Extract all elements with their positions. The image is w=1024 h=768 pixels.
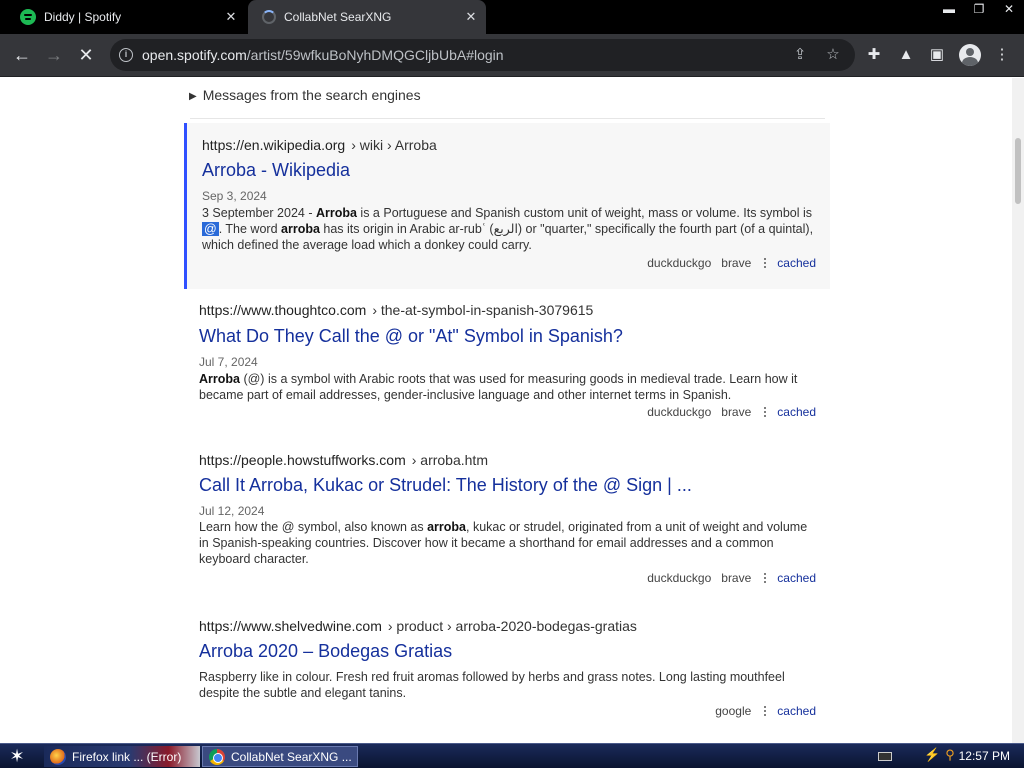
window-controls: ▬ ❐ ✕ [934,0,1024,20]
start-star-icon[interactable]: ✶ [4,746,30,766]
result-engines: duckduckgo brave cached [637,405,816,419]
result-date: Jul 7, 2024 [199,355,258,369]
result-engines: duckduckgo brave cached [637,571,816,585]
result-title-link[interactable]: Call It Arroba, Kukac or Strudel: The Hi… [199,475,692,496]
loading-icon [262,10,276,24]
search-tray-icon[interactable]: ⚲ [942,747,958,763]
firefox-icon [50,748,66,765]
page-content: ▶ Messages from the search engines https:… [0,78,1012,743]
cached-link[interactable]: cached [777,704,816,718]
result-snippet: Raspberry like in colour. Fresh red frui… [199,670,785,700]
spotify-icon [20,9,36,25]
result-item: https://people.howstuffworks.com › arroba… [184,442,830,592]
close-tab-icon[interactable]: ✕ [224,10,238,24]
result-date: Jul 12, 2024 [199,504,265,518]
keyboard-icon[interactable] [878,752,892,761]
vertical-dots-icon [763,257,767,269]
result-url[interactable]: https://en.wikipedia.org › wiki › Arroba [202,137,437,153]
site-info-icon[interactable]: i [119,48,133,62]
clock[interactable]: 12:57 PM [959,749,1010,763]
result-engines: duckduckgo brave cached [637,256,816,270]
close-window-icon[interactable]: ✕ [994,0,1024,18]
engine-label: duckduckgo [647,571,712,585]
network-icon[interactable]: ⚡ [924,747,940,763]
address-bar[interactable]: i open.spotify.com/artist/59wfkuBoNyhDMQ… [110,39,855,71]
url-text[interactable]: open.spotify.com/artist/59wfkuBoNyhDMQGC… [142,47,504,63]
page-scrollbar[interactable] [1012,78,1024,743]
back-icon[interactable]: ← [10,43,34,67]
tab-title: CollabNet SearXNG [284,10,392,24]
vertical-dots-icon [763,705,767,717]
os-taskbar: ✶ Firefox link ... (Error) CollabNet Sea… [0,743,1024,768]
result-item: https://en.wikipedia.org › wiki › Arroba … [184,123,830,289]
result-url[interactable]: https://www.shelvedwine.com › product › a… [199,618,637,634]
bookmark-star-icon[interactable]: ☆ [823,45,843,65]
taskbar-item-firefox[interactable]: Firefox link ... (Error) [44,746,200,767]
task-label: CollabNet SearXNG ... [231,749,352,764]
engines-messages-toggle[interactable]: ▶ Messages from the search engines [189,87,421,103]
forward-icon[interactable]: → [42,43,66,67]
engine-label: brave [721,405,752,419]
minimize-icon[interactable]: ▬ [934,0,964,18]
engine-label: brave [721,571,752,585]
cached-link[interactable]: cached [777,256,816,270]
share-icon[interactable]: ⇪ [790,45,810,65]
cached-link[interactable]: cached [777,571,816,585]
result-url[interactable]: https://www.thoughtco.com › the-at-symbol… [199,302,593,318]
result-engines: google cached [705,704,816,718]
result-date: Sep 3, 2024 [202,189,267,203]
divider [190,118,825,119]
engine-label: brave [721,256,752,270]
cached-link[interactable]: cached [777,405,816,419]
result-snippet: Arroba (@) is a symbol with Arabic roots… [199,372,798,402]
task-label: Firefox link ... (Error) [72,749,182,764]
result-title-link[interactable]: What Do They Call the @ or "At" Symbol i… [199,326,623,347]
result-snippet: Learn how the @ symbol, also known as ar… [199,520,808,566]
close-tab-icon[interactable]: ✕ [464,10,478,24]
tab-title: Diddy | Spotify [44,10,122,24]
side-panel-icon[interactable]: ▣ [926,44,948,66]
result-item: https://www.thoughtco.com › the-at-symbol… [184,292,830,424]
result-item: https://www.shelvedwine.com › product › a… [184,608,830,743]
tab-searxng[interactable]: CollabNet SearXNG ✕ [248,0,486,34]
result-title-link[interactable]: Arroba 2020 – Bodegas Gratias [199,641,452,662]
engine-label: duckduckgo [647,256,712,270]
chrome-icon [209,748,225,765]
browser-toolbar: ← → ✕ i open.spotify.com/artist/59wfkuBo… [0,34,1024,77]
taskbar-item-chrome[interactable]: CollabNet SearXNG ... [202,746,358,767]
result-snippet: 3 September 2024 - Arroba is a Portugues… [202,206,814,252]
tab-strip: Diddy | Spotify ✕ CollabNet SearXNG ✕ ▬ … [0,0,1024,34]
stop-loading-icon[interactable]: ✕ [74,43,98,67]
result-title-link[interactable]: Arroba - Wikipedia [202,160,350,181]
extensions-icon[interactable]: ✚ [863,44,885,66]
labs-flask-icon[interactable]: ▲ [895,44,917,66]
result-url[interactable]: https://people.howstuffworks.com › arroba… [199,452,488,468]
menu-kebab-icon[interactable]: ⋮ [991,44,1013,66]
tab-spotify[interactable]: Diddy | Spotify ✕ [10,0,246,34]
vertical-dots-icon [763,572,767,584]
restore-icon[interactable]: ❐ [964,0,994,18]
disclosure-triangle-icon: ▶ [189,91,197,102]
engine-label: duckduckgo [647,405,712,419]
engine-label: google [715,704,752,718]
profile-avatar-icon[interactable] [959,44,981,66]
vertical-dots-icon [763,406,767,418]
scrollbar-thumb[interactable] [1015,138,1021,204]
